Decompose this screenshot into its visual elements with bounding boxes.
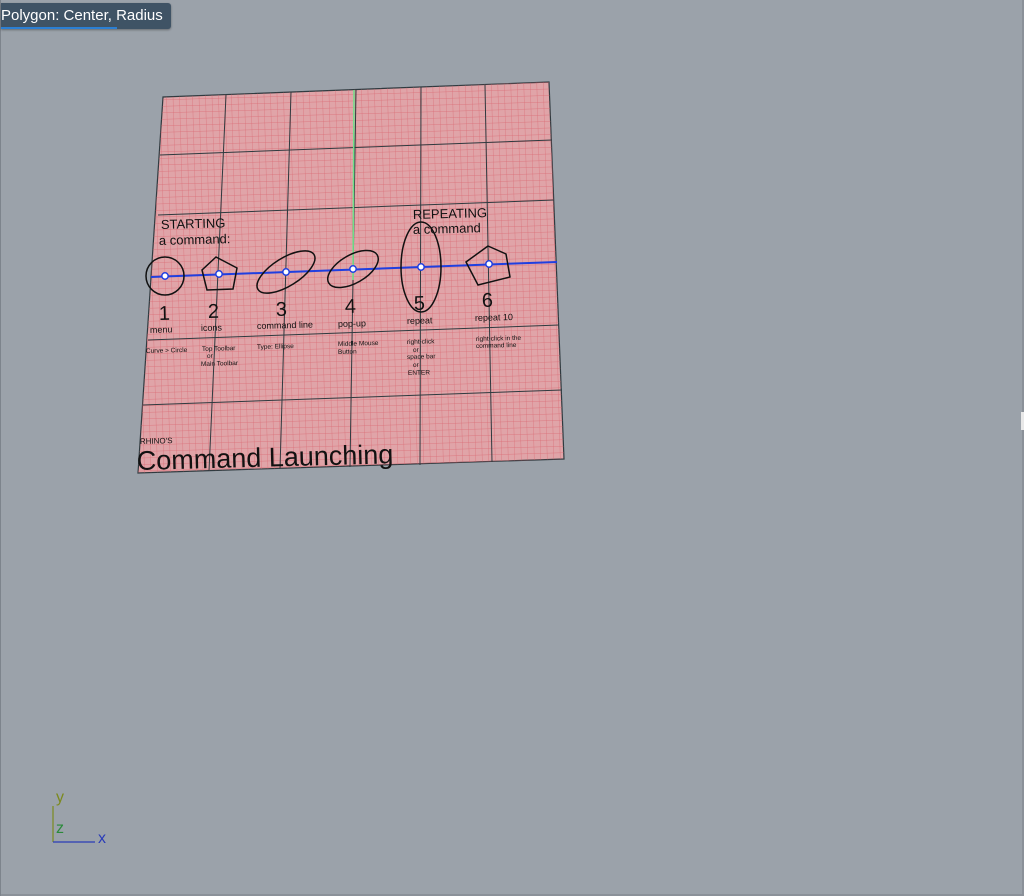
- method-number-3: 3: [276, 299, 288, 321]
- method-number-6: 6: [482, 290, 494, 312]
- axis-label-y: y: [56, 789, 64, 806]
- note-5-line1: right-click: [407, 338, 435, 346]
- method-number-4: 4: [345, 296, 357, 318]
- command-tooltip-text: Polygon: Center, Radius: [1, 7, 163, 24]
- method-label-menu: menu: [150, 324, 173, 335]
- note-4-line1: Middle Mouse: [338, 340, 379, 348]
- command-tooltip: Polygon: Center, Radius: [1, 3, 171, 29]
- world-axes-widget: y z x: [45, 786, 125, 850]
- method-label-repeat: repeat: [407, 315, 433, 326]
- note-4-line2: Button: [338, 348, 357, 355]
- repeating-heading-line2: a command: [413, 220, 481, 237]
- method-number-2: 2: [208, 301, 220, 323]
- method-label-popup: pop-up: [338, 318, 366, 329]
- world-y-axis-line: [352, 89, 355, 281]
- note-2-line3: Main Toolbar: [201, 360, 239, 368]
- axis-label-z: z: [56, 820, 64, 837]
- method-label-repeat-10: repeat 10: [475, 312, 513, 323]
- method-label-icons: icons: [201, 322, 223, 333]
- starting-heading-line1: STARTING: [161, 215, 226, 232]
- perspective-viewport[interactable]: STARTING a command: REPEATING a command …: [0, 0, 1024, 896]
- viewport-scene[interactable]: STARTING a command: REPEATING a command …: [1, 0, 1024, 896]
- axis-label-x: x: [98, 830, 106, 847]
- note-2-line2: or: [207, 353, 214, 360]
- command-tooltip-underline: [1, 27, 117, 29]
- method-number-1: 1: [159, 303, 171, 325]
- note-3-line1: Type: Ellipse: [257, 343, 294, 351]
- note-5-line5: ENTER: [408, 369, 431, 377]
- method-label-command-line: command line: [257, 320, 313, 331]
- method-number-5: 5: [414, 293, 426, 315]
- note-5-line4: or: [413, 362, 420, 369]
- note-5-line3: space bar: [407, 353, 437, 361]
- note-6-line2: command line: [476, 342, 517, 350]
- footer-title: Command Launching: [136, 439, 393, 476]
- note-1-line1: Curve > Circle: [146, 347, 188, 355]
- note-2-line1: Top Toolbar: [202, 345, 236, 353]
- starting-heading-line2: a command:: [159, 231, 231, 248]
